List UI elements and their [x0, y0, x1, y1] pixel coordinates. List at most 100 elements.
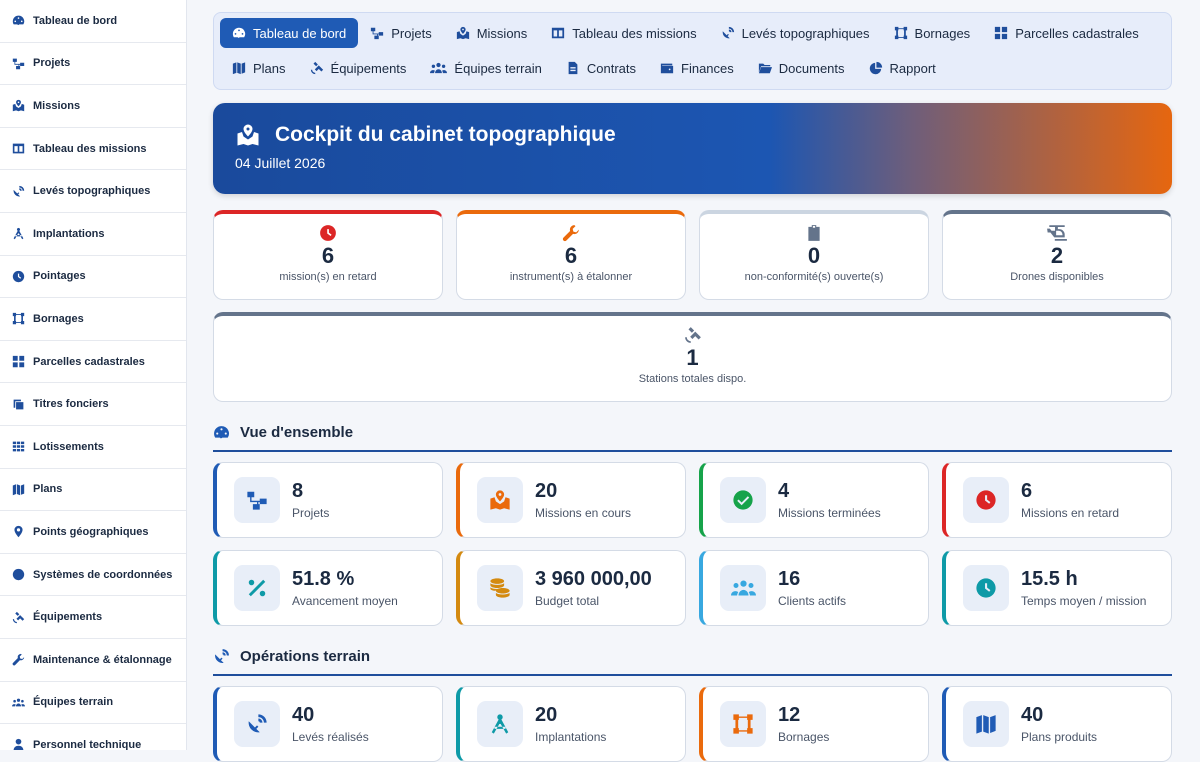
sidebar-item-projets[interactable]: Projets [0, 43, 186, 86]
chart-pie-icon [869, 61, 883, 75]
satellite-dish-icon [12, 185, 25, 198]
tab-bornages[interactable]: Bornages [882, 18, 983, 48]
sidebar-item-points-geographiques[interactable]: Points géographiques [0, 511, 186, 554]
stat-value: 40 [292, 704, 315, 726]
tab-tableau-des-missions[interactable]: Tableau des missions [539, 18, 708, 48]
map-pin-icon [12, 525, 25, 538]
tab-label: Missions [476, 25, 528, 41]
sidebar-item-label: Titres fonciers [33, 398, 109, 411]
percent-icon [246, 577, 268, 599]
section-header-overview: Vue d'ensemble [213, 422, 1172, 442]
sidebar-item-lotissements[interactable]: Lotissements [0, 426, 186, 469]
tab-plans[interactable]: Plans [220, 53, 298, 83]
stat-card-bornages[interactable]: 12 Bornages [699, 686, 929, 762]
main-content: Tableau de bord Projets Missions Tableau… [213, 12, 1172, 762]
stat-card-leves[interactable]: 40 Levés réalisés [213, 686, 443, 762]
alert-card-drones[interactable]: 2 Drones disponibles [942, 210, 1172, 300]
alert-value: 0 [807, 243, 821, 268]
overview-stats-grid: 8 Projets 20 Missions en cours 4 Missions t… [213, 462, 1172, 626]
alert-card-calibration[interactable]: 6 instrument(s) à étalonner [456, 210, 686, 300]
sidebar-item-titres-fonciers[interactable]: Titres fonciers [0, 383, 186, 426]
stat-card-avancement[interactable]: 51.8 % Avancement moyen [213, 550, 443, 626]
tab-projets[interactable]: Projets [358, 18, 443, 48]
stat-card-missions-terminees[interactable]: 4 Missions terminées [699, 462, 929, 538]
sidebar-item-label: Projets [33, 57, 71, 70]
alert-card-nonconformities[interactable]: 0 non-conformité(s) ouverte(s) [699, 210, 929, 300]
grid-small-icon [12, 440, 25, 453]
sidebar-item-personnel-technique[interactable]: Personnel technique [0, 724, 186, 750]
alert-card-late-missions[interactable]: 6 mission(s) en retard [213, 210, 443, 300]
stat-value: 8 [292, 480, 304, 502]
sidebar-item-leves-topographiques[interactable]: Levés topographiques [0, 170, 186, 213]
sidebar-item-tableau-de-bord[interactable]: Tableau de bord [0, 0, 186, 43]
sidebar-item-label: Implantations [33, 227, 105, 240]
alert-label: instrument(s) à étalonner [509, 271, 633, 283]
sidebar-item-bornages[interactable]: Bornages [0, 298, 186, 341]
stat-label: Clients actifs [778, 594, 847, 608]
stat-card-temps-moyen[interactable]: 15.5 h Temps moyen / mission [942, 550, 1172, 626]
alert-value: 6 [321, 243, 335, 268]
alert-card-stations[interactable]: 1 Stations totales dispo. [213, 312, 1172, 402]
tab-leves-topographiques[interactable]: Levés topographiques [709, 18, 882, 48]
stat-value: 12 [778, 704, 801, 726]
sidebar-item-parcelles-cadastrales[interactable]: Parcelles cadastrales [0, 341, 186, 384]
sidebar-item-maintenance-etalonnage[interactable]: Maintenance & étalonnage [0, 639, 186, 682]
users-icon [12, 696, 25, 709]
sidebar-item-systemes-de-coordonnees[interactable]: Systèmes de coordonnées [0, 554, 186, 597]
sitemap-icon [246, 489, 268, 511]
tab-missions[interactable]: Missions [444, 18, 540, 48]
tab-equipes-terrain[interactable]: Équipes terrain [418, 53, 553, 83]
stat-card-missions-en-cours[interactable]: 20 Missions en cours [456, 462, 686, 538]
stat-value: 20 [535, 704, 558, 726]
sidebar-item-pointages[interactable]: Pointages [0, 256, 186, 299]
sidebar-item-plans[interactable]: Plans [0, 469, 186, 512]
satellite-icon [12, 611, 25, 624]
stat-card-budget[interactable]: 3 960 000,00 Budget total [456, 550, 686, 626]
tab-finances[interactable]: Finances [648, 53, 746, 83]
sidebar-item-label: Points géographiques [33, 525, 149, 538]
stat-card-missions-en-retard[interactable]: 6 Missions en retard [942, 462, 1172, 538]
clock-icon [975, 577, 997, 599]
wrench-icon [12, 653, 25, 666]
wrench-icon [562, 224, 580, 242]
clock-icon [12, 270, 25, 283]
tab-label: Levés topographiques [741, 25, 870, 41]
stat-value: 15.5 h [1021, 568, 1078, 590]
stat-label: Missions terminées [778, 506, 881, 520]
stat-value: 20 [535, 480, 558, 502]
stat-label: Missions en cours [535, 506, 632, 520]
users-icon [430, 61, 447, 75]
tab-tableau-de-bord[interactable]: Tableau de bord [220, 18, 359, 48]
sidebar-item-implantations[interactable]: Implantations [0, 213, 186, 256]
vector-square-icon [894, 26, 908, 40]
stat-value: 3 960 000,00 [535, 568, 652, 590]
tab-label: Équipes terrain [454, 60, 542, 76]
stat-card-plans[interactable]: 40 Plans produits [942, 686, 1172, 762]
stat-label: Implantations [535, 730, 607, 744]
sidebar-item-equipes-terrain[interactable]: Équipes terrain [0, 682, 186, 725]
tab-rapport[interactable]: Rapport [857, 53, 948, 83]
file-contract-icon [566, 61, 580, 75]
section-divider [213, 674, 1172, 676]
sidebar-item-missions[interactable]: Missions [0, 85, 186, 128]
tab-equipements[interactable]: Équipements [298, 53, 419, 83]
tab-parcelles-cadastrales[interactable]: Parcelles cadastrales [982, 18, 1151, 48]
stat-card-clients[interactable]: 16 Clients actifs [699, 550, 929, 626]
alert-value: 1 [686, 345, 699, 370]
sidebar: Tableau de bord Projets Missions Tableau… [0, 0, 187, 750]
sidebar-item-label: Tableau des missions [33, 142, 147, 155]
stat-card-implantations[interactable]: 20 Implantations [456, 686, 686, 762]
tab-documents[interactable]: Documents [746, 53, 857, 83]
sidebar-item-label: Lotissements [33, 440, 104, 453]
tab-label: Bornages [914, 25, 971, 41]
sidebar-item-equipements[interactable]: Équipements [0, 596, 186, 639]
stat-card-projets[interactable]: 8 Projets [213, 462, 443, 538]
tab-label: Plans [253, 60, 286, 76]
sidebar-item-tableau-des-missions[interactable]: Tableau des missions [0, 128, 186, 171]
map-location-icon [235, 123, 261, 147]
tab-contrats[interactable]: Contrats [554, 53, 648, 83]
tab-label: Finances [681, 60, 734, 76]
sidebar-item-label: Plans [33, 483, 63, 496]
sidebar-item-label: Missions [33, 99, 81, 112]
stat-label: Plans produits [1021, 730, 1098, 744]
